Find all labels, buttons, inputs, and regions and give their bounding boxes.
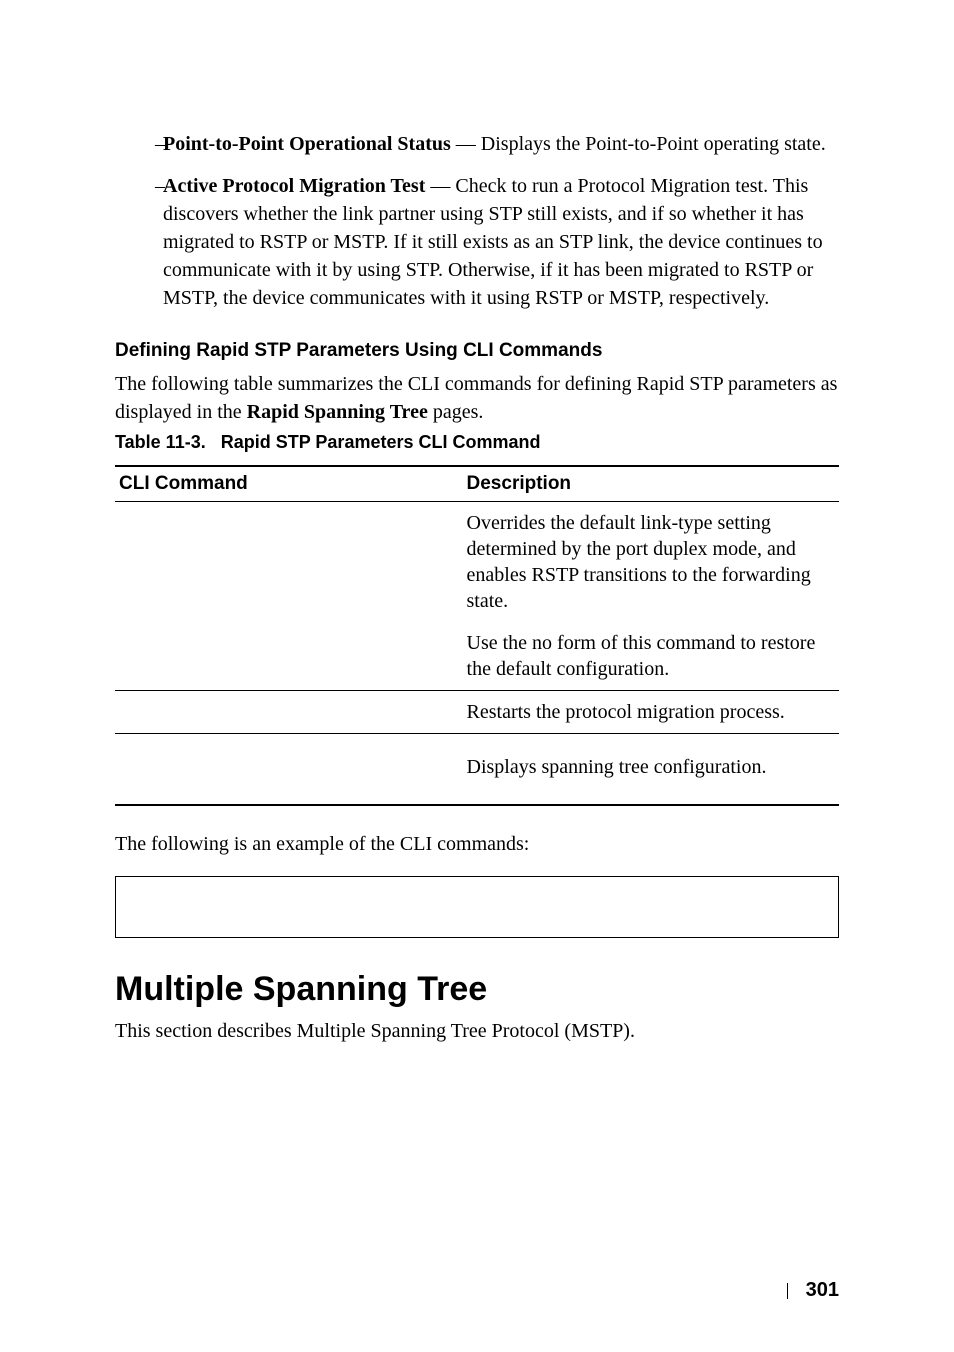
table-cell-right: Restarts the protocol migration process.	[463, 691, 839, 734]
page-content: – Point-to-Point Operational Status — Di…	[0, 0, 954, 1109]
table-row: Use the no form of this command to resto…	[115, 622, 839, 691]
table-cell-left	[115, 734, 463, 806]
table-cell-right: Displays spanning tree configuration.	[463, 734, 839, 806]
subsection-heading: Defining Rapid STP Parameters Using CLI …	[115, 340, 839, 362]
table-caption-prefix: Table 11-3.	[115, 432, 206, 452]
main-heading: Multiple Spanning Tree	[115, 970, 839, 1009]
intro-paragraph: The following table summarizes the CLI c…	[115, 370, 839, 426]
example-box	[115, 876, 839, 938]
example-intro: The following is an example of the CLI c…	[115, 830, 839, 858]
bullet-item: – Point-to-Point Operational Status — Di…	[115, 130, 839, 158]
table-caption-title: Rapid STP Parameters CLI Command	[221, 432, 541, 452]
table-header-left: CLI Command	[115, 466, 463, 502]
table-caption: Table 11-3. Rapid STP Parameters CLI Com…	[115, 432, 839, 453]
table-cell-right: Use the no form of this command to resto…	[463, 622, 839, 691]
bullet-item: – Active Protocol Migration Test — Check…	[115, 172, 839, 312]
bullet-bold: Active Protocol Migration Test	[163, 175, 425, 197]
main-paragraph: This section describes Multiple Spanning…	[115, 1017, 839, 1045]
intro-bold: Rapid Spanning Tree	[247, 401, 428, 423]
page-number: 301	[806, 1279, 839, 1302]
footer-separator-icon	[787, 1283, 788, 1299]
bullet-sep: —	[451, 133, 481, 155]
bullet-sep: —	[425, 175, 455, 197]
table-row: Displays spanning tree configuration.	[115, 734, 839, 806]
bullet-text: Active Protocol Migration Test — Check t…	[155, 172, 839, 312]
table-row: Restarts the protocol migration process.	[115, 691, 839, 734]
bullet-bold: Point-to-Point Operational Status	[163, 133, 451, 155]
table-cell-right: Overrides the default link-type setting …	[463, 502, 839, 623]
bullet-rest: Displays the Point-to-Point operating st…	[481, 133, 826, 155]
table-row: Overrides the default link-type setting …	[115, 502, 839, 623]
table-cell-left	[115, 502, 463, 623]
cli-table: CLI Command Description Overrides the de…	[115, 465, 839, 806]
page-footer: 301	[787, 1279, 839, 1302]
bullet-dash: –	[115, 172, 155, 312]
table-header-right: Description	[463, 466, 839, 502]
bullet-text: Point-to-Point Operational Status — Disp…	[155, 130, 839, 158]
bullet-dash: –	[115, 130, 155, 158]
table-cell-left	[115, 622, 463, 691]
intro-post: pages.	[428, 401, 484, 423]
table-cell-left	[115, 691, 463, 734]
